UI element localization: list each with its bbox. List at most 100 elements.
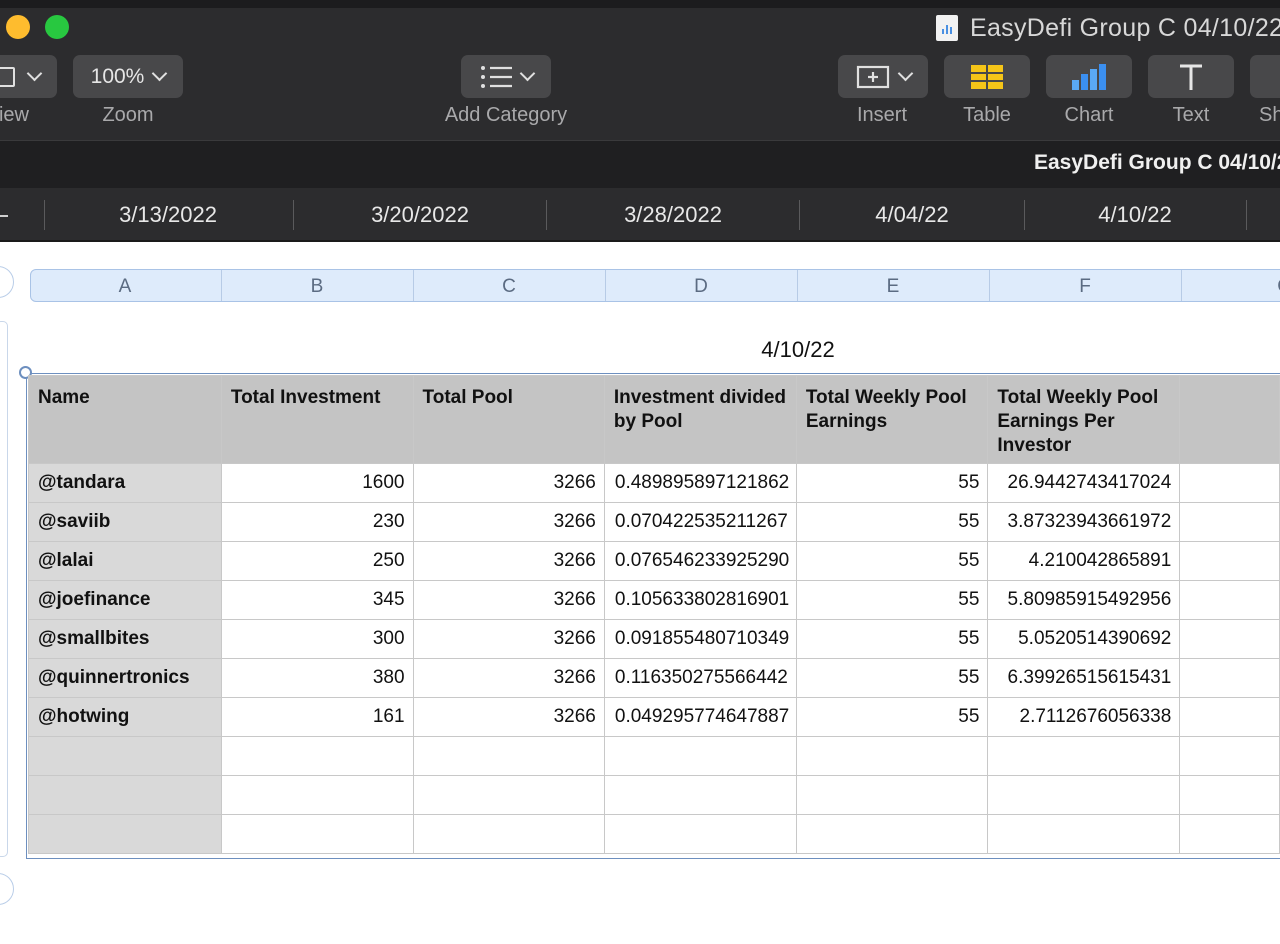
- tab-4-10-22[interactable]: 4/10/22: [1036, 202, 1234, 228]
- ratio-cell[interactable]: 0.091855480710349: [603, 619, 797, 659]
- weekly-earnings-cell[interactable]: 55: [795, 658, 989, 698]
- earnings-per-investor-cell[interactable]: 5.0520514390692: [987, 619, 1181, 659]
- header-cell[interactable]: Total Investment: [220, 375, 414, 464]
- column-header-f[interactable]: F: [989, 276, 1181, 298]
- empty-cell[interactable]: [220, 814, 414, 854]
- minimize-button[interactable]: [6, 15, 30, 39]
- earnings-per-investor-cell[interactable]: 3.87323943661972: [987, 502, 1181, 542]
- weekly-earnings-cell[interactable]: 55: [795, 580, 989, 620]
- empty-cell[interactable]: [412, 775, 605, 815]
- name-cell[interactable]: @saviib: [28, 502, 222, 542]
- tab-3-28-2022[interactable]: 3/28/2022: [560, 202, 786, 228]
- earnings-per-investor-cell[interactable]: 5.80985915492956: [987, 580, 1181, 620]
- investment-cell[interactable]: 250: [220, 541, 414, 581]
- column-header-a[interactable]: A: [29, 276, 221, 298]
- name-cell[interactable]: @joefinance: [28, 580, 222, 620]
- pool-cell[interactable]: 3266: [412, 580, 605, 620]
- shape-button[interactable]: [1250, 55, 1280, 98]
- empty-cell[interactable]: [795, 736, 989, 776]
- investment-cell[interactable]: 380: [220, 658, 414, 698]
- empty-cell[interactable]: [1179, 736, 1280, 776]
- empty-cell[interactable]: [28, 775, 222, 815]
- column-header-d[interactable]: D: [605, 276, 797, 298]
- text-button[interactable]: [1148, 55, 1234, 98]
- ratio-cell[interactable]: 0.116350275566442: [603, 658, 797, 698]
- name-cell[interactable]: @lalai: [28, 541, 222, 581]
- weekly-earnings-cell[interactable]: 55: [795, 619, 989, 659]
- column-header-c[interactable]: C: [413, 276, 605, 298]
- table-title[interactable]: 4/10/22: [700, 337, 896, 363]
- pool-cell[interactable]: 3266: [412, 463, 605, 503]
- header-cell[interactable]: Total Weekly Pool Earnings: [795, 375, 989, 464]
- empty-cell[interactable]: [795, 814, 989, 854]
- empty-cell[interactable]: [987, 775, 1181, 815]
- header-cell[interactable]: Total Weekly Pool Earnings Per Investor: [987, 375, 1181, 464]
- pool-cell[interactable]: 3266: [412, 658, 605, 698]
- column-header-e[interactable]: E: [797, 276, 989, 298]
- empty-cell[interactable]: [412, 736, 605, 776]
- chart-button[interactable]: [1046, 55, 1132, 98]
- tab-4-04-22[interactable]: 4/04/22: [812, 202, 1012, 228]
- name-cell[interactable]: @smallbites: [28, 619, 222, 659]
- investment-cell[interactable]: 1600: [220, 463, 414, 503]
- investment-cell[interactable]: 345: [220, 580, 414, 620]
- header-cell[interactable]: [1179, 375, 1280, 464]
- weekly-earnings-cell[interactable]: 55: [795, 541, 989, 581]
- earnings-per-investor-cell[interactable]: 26.9442743417024: [987, 463, 1181, 503]
- empty-cell[interactable]: [1179, 697, 1280, 737]
- header-cell[interactable]: Investment divided by Pool: [603, 375, 797, 464]
- zoom-window-button[interactable]: [45, 15, 69, 39]
- empty-cell[interactable]: [1179, 541, 1280, 581]
- empty-cell[interactable]: [220, 775, 414, 815]
- column-header-b[interactable]: B: [221, 276, 413, 298]
- tab-3-20-2022[interactable]: 3/20/2022: [308, 202, 532, 228]
- select-all-control[interactable]: [0, 266, 14, 298]
- empty-cell[interactable]: [220, 736, 414, 776]
- header-cell[interactable]: Total Pool: [412, 375, 605, 464]
- header-cell[interactable]: Name: [28, 375, 222, 464]
- tab-3-13-2022[interactable]: 3/13/2022: [58, 202, 278, 228]
- row-header-strip[interactable]: [0, 321, 8, 857]
- ratio-cell[interactable]: 0.489895897121862: [603, 463, 797, 503]
- add-row-control[interactable]: [0, 873, 14, 905]
- investment-cell[interactable]: 300: [220, 619, 414, 659]
- empty-cell[interactable]: [795, 775, 989, 815]
- empty-cell[interactable]: [987, 814, 1181, 854]
- empty-cell[interactable]: [1179, 580, 1280, 620]
- earnings-per-investor-cell[interactable]: 6.39926515615431: [987, 658, 1181, 698]
- investment-cell[interactable]: 230: [220, 502, 414, 542]
- empty-cell[interactable]: [1179, 775, 1280, 815]
- add-category-button[interactable]: [461, 55, 551, 98]
- view-button[interactable]: [0, 55, 57, 98]
- empty-cell[interactable]: [987, 736, 1181, 776]
- column-header-g[interactable]: G: [1181, 276, 1280, 298]
- weekly-earnings-cell[interactable]: 55: [795, 502, 989, 542]
- weekly-earnings-cell[interactable]: 55: [795, 463, 989, 503]
- empty-cell[interactable]: [1179, 502, 1280, 542]
- pool-cell[interactable]: 3266: [412, 541, 605, 581]
- empty-cell[interactable]: [1179, 658, 1280, 698]
- ratio-cell[interactable]: 0.076546233925290: [603, 541, 797, 581]
- ratio-cell[interactable]: 0.070422535211267: [603, 502, 797, 542]
- zoom-button[interactable]: 100%: [73, 55, 183, 98]
- ratio-cell[interactable]: 0.105633802816901: [603, 580, 797, 620]
- empty-cell[interactable]: [1179, 463, 1280, 503]
- name-cell[interactable]: @quinnertronics: [28, 658, 222, 698]
- name-cell[interactable]: @hotwing: [28, 697, 222, 737]
- table-button[interactable]: [944, 55, 1030, 98]
- weekly-earnings-cell[interactable]: 55: [795, 697, 989, 737]
- empty-cell[interactable]: [28, 814, 222, 854]
- investment-cell[interactable]: 161: [220, 697, 414, 737]
- pool-cell[interactable]: 3266: [412, 697, 605, 737]
- empty-cell[interactable]: [28, 736, 222, 776]
- empty-cell[interactable]: [603, 736, 797, 776]
- empty-cell[interactable]: [1179, 619, 1280, 659]
- ratio-cell[interactable]: 0.049295774647887: [603, 697, 797, 737]
- empty-cell[interactable]: [412, 814, 605, 854]
- name-cell[interactable]: @tandara: [28, 463, 222, 503]
- empty-cell[interactable]: [603, 775, 797, 815]
- empty-cell[interactable]: [1179, 814, 1280, 854]
- earnings-per-investor-cell[interactable]: 4.210042865891: [987, 541, 1181, 581]
- pool-cell[interactable]: 3266: [412, 619, 605, 659]
- earnings-per-investor-cell[interactable]: 2.7112676056338: [987, 697, 1181, 737]
